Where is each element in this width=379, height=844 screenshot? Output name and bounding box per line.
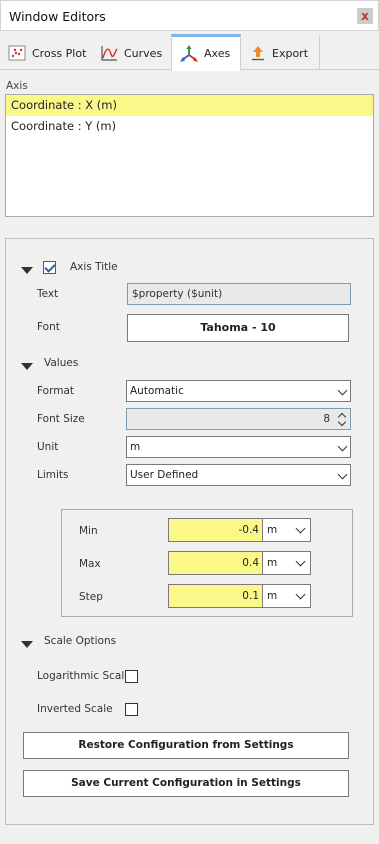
axis-title-label: Axis Title	[70, 261, 118, 273]
chevron-down-icon	[295, 523, 306, 534]
max-label: Max	[79, 558, 101, 570]
unit-label: Unit	[37, 441, 59, 453]
tab-cross-plot[interactable]: Cross Plot	[0, 36, 91, 70]
tab-label: Curves	[124, 46, 163, 60]
logarithmic-scale-label: Logarithmic Scale	[37, 670, 131, 682]
limits-label: Limits	[37, 469, 69, 481]
window-title: Window Editors	[9, 9, 106, 24]
tab-curves[interactable]: Curves	[92, 36, 170, 70]
inverted-scale-label: Inverted Scale	[37, 703, 113, 715]
collapse-axis-title-icon[interactable]	[21, 267, 33, 274]
chevron-down-icon	[337, 385, 348, 396]
limits-select[interactable]: User Defined	[126, 464, 351, 486]
text-label: Text	[37, 288, 59, 300]
logarithmic-scale-checkbox[interactable]	[125, 670, 138, 683]
min-input[interactable]: -0.4	[168, 518, 264, 542]
step-unit-select[interactable]: m	[262, 584, 311, 608]
unit-select[interactable]: m	[126, 436, 351, 458]
axis-title-checkbox[interactable]	[43, 261, 56, 274]
tab-export[interactable]: Export	[242, 36, 320, 70]
font-size-label: Font Size	[37, 413, 85, 425]
restore-configuration-button[interactable]: Restore Configuration from Settings	[23, 732, 349, 759]
max-unit-value: m	[267, 557, 278, 569]
axis-item-x[interactable]: Coordinate : X (m)	[6, 95, 373, 116]
min-unit-select[interactable]: m	[262, 518, 311, 542]
scatter-icon	[8, 45, 26, 61]
axis-list[interactable]: Coordinate : X (m) Coordinate : Y (m)	[5, 94, 374, 217]
axis-settings-panel: Axis Title Text $property ($unit) Font T…	[5, 238, 374, 825]
font-size-value: 8	[323, 413, 330, 425]
step-input[interactable]: 0.1	[168, 584, 264, 608]
window-titlebar: Window Editors x	[0, 0, 379, 31]
limits-group: Min -0.4 m Max 0.4 m Step 0.1 m	[61, 509, 353, 617]
font-size-stepper[interactable]: 8	[126, 408, 351, 430]
collapse-scale-options-icon[interactable]	[21, 641, 33, 648]
axis-section-label: Axis	[6, 80, 28, 92]
save-configuration-button[interactable]: Save Current Configuration in Settings	[23, 770, 349, 797]
tab-label: Axes	[204, 47, 231, 60]
chevron-down-icon	[337, 441, 348, 452]
chevron-down-icon	[337, 469, 348, 480]
format-select[interactable]: Automatic	[126, 380, 351, 402]
axis-item-y[interactable]: Coordinate : Y (m)	[6, 116, 373, 137]
chevron-down-icon	[295, 589, 306, 600]
chevron-down-icon[interactable]	[337, 417, 347, 427]
tab-axes[interactable]: Axes	[171, 34, 241, 71]
curve-icon	[101, 46, 118, 61]
tab-label: Cross Plot	[32, 46, 87, 60]
step-unit-value: m	[267, 590, 278, 602]
step-label: Step	[79, 591, 103, 603]
tab-label: Export	[272, 46, 309, 60]
font-button[interactable]: Tahoma - 10	[127, 314, 349, 342]
axis-title-text-field[interactable]: $property ($unit)	[127, 283, 351, 305]
inverted-scale-checkbox[interactable]	[125, 703, 138, 716]
unit-value: m	[130, 441, 141, 453]
format-label: Format	[37, 385, 75, 397]
scale-options-label: Scale Options	[44, 635, 117, 647]
min-unit-value: m	[267, 524, 278, 536]
values-label: Values	[44, 357, 79, 369]
max-unit-select[interactable]: m	[262, 551, 311, 575]
max-input[interactable]: 0.4	[168, 551, 264, 575]
format-value: Automatic	[130, 385, 184, 397]
chevron-down-icon	[295, 556, 306, 567]
font-label: Font	[37, 321, 60, 333]
close-button[interactable]: x	[357, 8, 373, 24]
export-icon	[252, 46, 264, 61]
axes-icon	[180, 44, 198, 62]
tab-bar: Cross Plot Curves Axes Export	[0, 34, 379, 71]
min-label: Min	[79, 525, 98, 537]
limits-value: User Defined	[130, 469, 199, 481]
collapse-values-icon[interactable]	[21, 363, 33, 370]
